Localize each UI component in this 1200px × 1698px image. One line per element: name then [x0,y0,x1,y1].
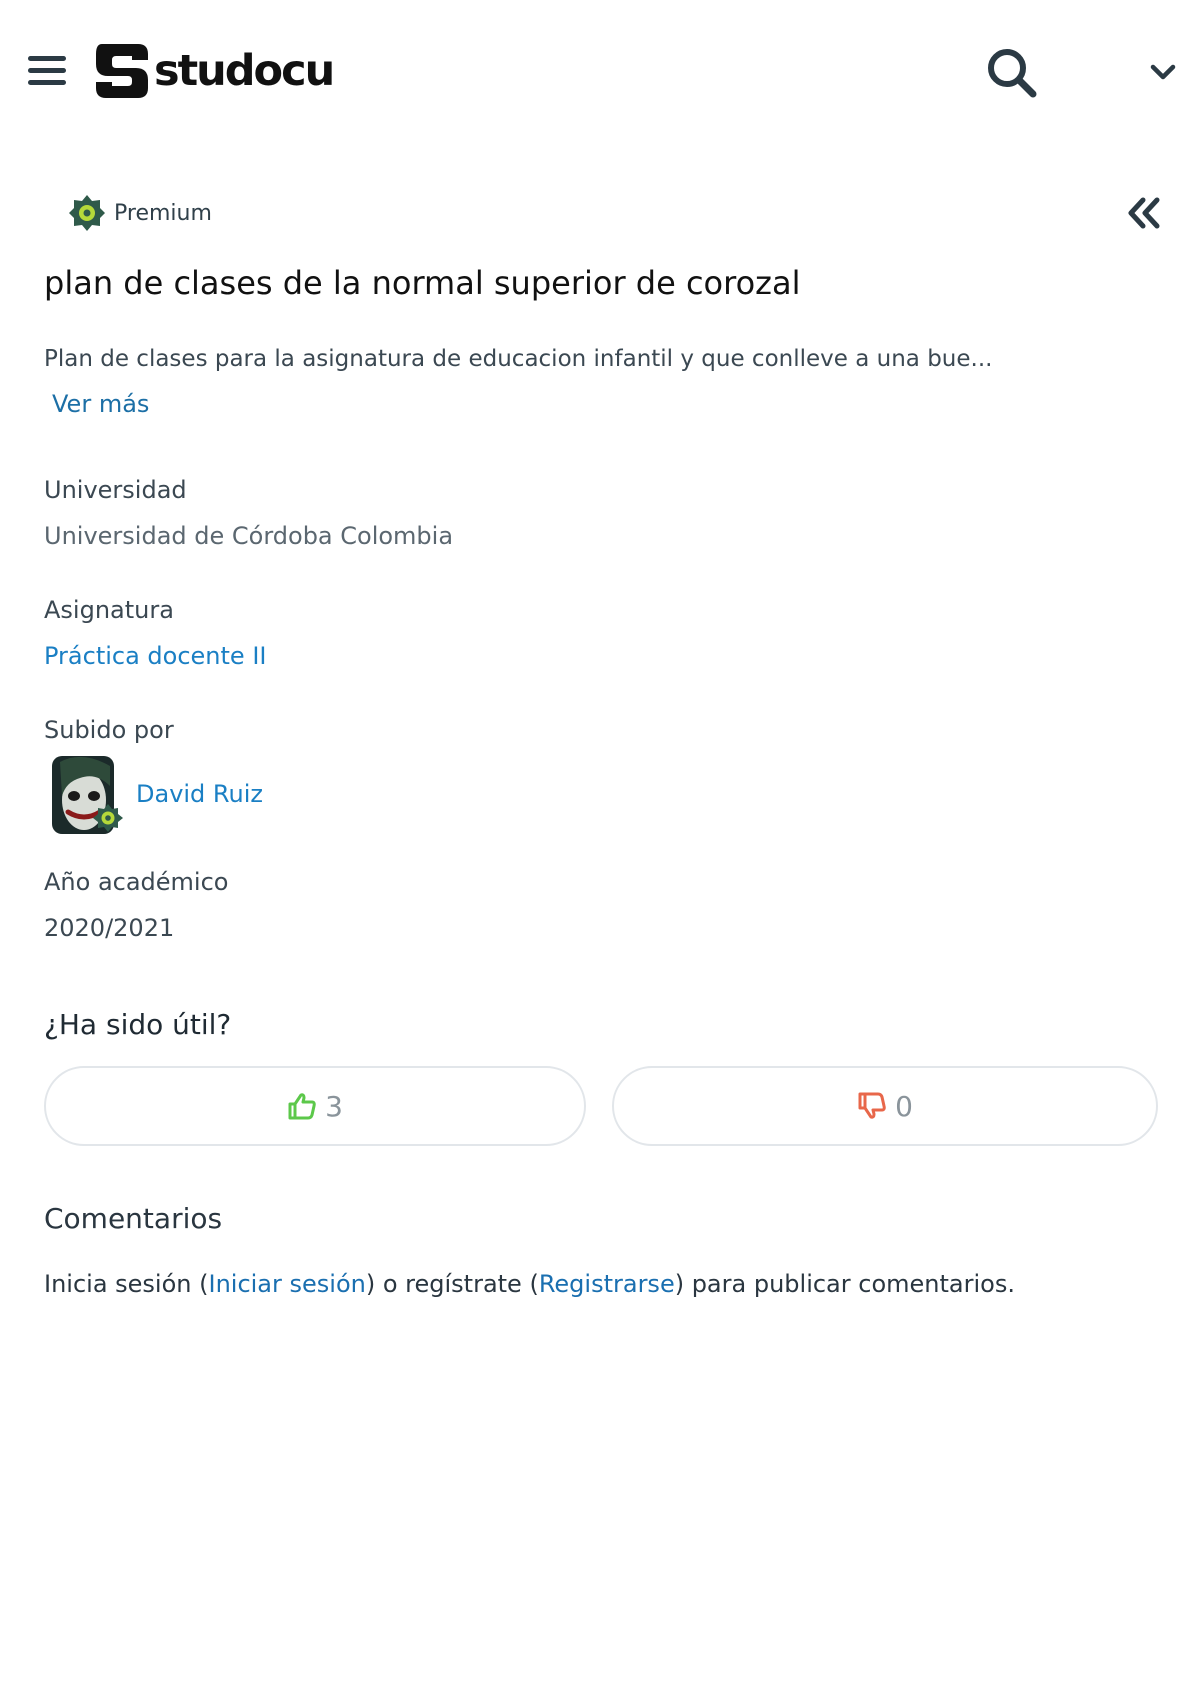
top-bar: studocu [0,0,1200,140]
upvote-count: 3 [325,1089,343,1123]
course-label: Asignatura [44,596,174,624]
search-icon[interactable] [985,46,1039,100]
course-link[interactable]: Práctica docente II [44,642,266,670]
logo-text: studocu [154,46,335,96]
academic-year-value: 2020/2021 [44,914,175,942]
comments-middle: ) o regístrate ( [365,1270,539,1298]
thumbs-up-icon [288,1093,316,1120]
comments-suffix: ) para publicar comentarios. [674,1270,1015,1298]
premium-tag: Premium [68,194,212,232]
university-value: Universidad de Córdoba Colombia [44,522,454,550]
premium-badge-icon [69,195,105,231]
university-label: Universidad [44,476,187,504]
comments-heading: Comentarios [44,1202,223,1235]
premium-label: Premium [114,200,212,226]
document-description: Plan de clases para la asignatura de edu… [44,346,993,372]
studocu-logo-icon [96,44,148,98]
uploader-avatar[interactable] [52,756,128,840]
useful-question: ¿Ha sido útil? [44,1008,232,1041]
downvote-button[interactable]: 0 [612,1066,1158,1146]
register-link[interactable]: Registrarse [539,1270,675,1298]
chevron-down-icon[interactable] [1148,60,1178,84]
double-chevron-left-icon[interactable] [1126,196,1162,230]
academic-year-label: Año académico [44,868,229,896]
uploaded-by-label: Subido por [44,716,174,744]
document-title: plan de clases de la normal superior de … [44,264,801,302]
see-more-link[interactable]: Ver más [52,390,149,418]
uploader-name-link[interactable]: David Ruiz [136,780,263,808]
thumbs-down-icon [858,1092,886,1119]
login-link[interactable]: Iniciar sesión [208,1270,365,1298]
comments-prefix: Inicia sesión ( [44,1270,209,1298]
downvote-count: 0 [895,1089,913,1123]
comments-login-prompt: Inicia sesión (Iniciar sesión) o regístr… [44,1270,1015,1298]
upvote-button[interactable]: 3 [44,1066,586,1146]
hamburger-menu-icon[interactable] [28,56,66,88]
studocu-logo[interactable]: studocu [92,40,335,102]
